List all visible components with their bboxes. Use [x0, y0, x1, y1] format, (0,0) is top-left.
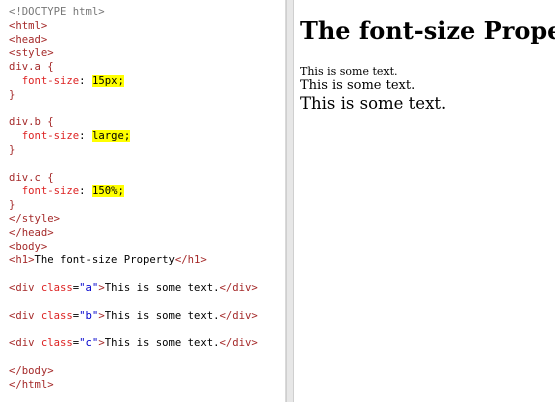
code-tag: </h1>	[174, 254, 207, 267]
result-div-b: This is some text.	[300, 78, 416, 93]
code-line	[9, 351, 258, 365]
code-line: div.a {	[9, 61, 258, 75]
result-div-c: This is some text.	[300, 94, 447, 113]
code-blank	[9, 158, 15, 170]
code-editor-text[interactable]: <!DOCTYPE html> <html> <head> <style> div.a …	[9, 6, 258, 392]
code-string: "a"	[79, 281, 99, 294]
code-line: <style>	[9, 47, 258, 61]
code-tag: <h1>	[9, 254, 35, 267]
code-tag: </div>	[219, 309, 258, 322]
code-editor-pane[interactable]: <!DOCTYPE html> <html> <head> <style> div.a …	[0, 0, 286, 402]
code-text: This is some text.	[104, 281, 220, 294]
result-preview-pane: The font-size Property This is some text…	[294, 0, 555, 402]
code-line: font-size: 15px;	[9, 74, 258, 89]
result-div-a: This is some text.	[300, 65, 398, 78]
code-line	[9, 158, 258, 172]
code-text: This is some text.	[104, 309, 220, 322]
code-attribute: class	[40, 309, 73, 322]
code-line: <html>	[9, 20, 258, 34]
code-tag: </div>	[219, 337, 258, 350]
code-tag: <html>	[9, 19, 48, 32]
code-colon: :	[79, 130, 92, 143]
code-string: "b"	[79, 309, 99, 322]
result-heading: The font-size Property	[300, 16, 555, 45]
code-selector: div.c {	[9, 171, 54, 184]
code-line: </head>	[9, 227, 258, 241]
code-property: font-size	[21, 185, 80, 198]
code-line	[9, 296, 258, 310]
code-highlighted-value: large;	[91, 130, 131, 143]
code-selector: }	[9, 143, 16, 156]
code-line: </style>	[9, 213, 258, 227]
code-attribute: class	[40, 337, 73, 350]
code-colon: :	[79, 185, 92, 198]
code-selector: div.a {	[9, 61, 54, 74]
code-selector: div.b {	[9, 116, 54, 129]
code-blank	[9, 296, 15, 308]
code-highlighted-value: 150%;	[91, 185, 124, 198]
code-line: <div class="a">This is some text.</div>	[9, 282, 258, 296]
code-highlighted-value: 15px;	[91, 74, 124, 87]
code-blank	[9, 268, 15, 280]
code-tag: </div>	[219, 281, 258, 294]
code-line: </html>	[9, 379, 258, 393]
code-tag: <div	[9, 309, 41, 322]
tryit-editor: <!DOCTYPE html> <html> <head> <style> div.a …	[0, 0, 555, 402]
code-line: font-size: large;	[9, 130, 258, 144]
code-doctype: <!DOCTYPE html>	[9, 6, 105, 18]
code-blank	[9, 323, 15, 335]
code-line	[9, 268, 258, 282]
code-line: </body>	[9, 365, 258, 379]
code-selector: }	[9, 88, 16, 101]
code-line: <h1>The font-size Property</h1>	[9, 254, 258, 268]
code-string: "c"	[79, 337, 99, 350]
pane-splitter-handle[interactable]	[286, 0, 294, 402]
code-line: <head>	[9, 34, 258, 48]
code-attribute: class	[40, 281, 73, 294]
code-tag: <style>	[9, 47, 54, 60]
code-tag: <div	[9, 337, 41, 350]
code-tag: </html>	[9, 378, 54, 391]
code-selector: }	[9, 199, 16, 212]
code-line	[9, 103, 258, 117]
code-line: <!DOCTYPE html>	[9, 6, 258, 20]
code-blank	[9, 103, 15, 115]
code-line: div.b {	[9, 116, 258, 130]
result-document: The font-size Property This is some text…	[300, 0, 555, 114]
code-line: }	[9, 89, 258, 103]
code-line	[9, 323, 258, 337]
code-line: font-size: 150%;	[9, 185, 258, 199]
code-text: The font-size Property	[34, 254, 175, 267]
code-colon: :	[79, 74, 92, 87]
code-line: }	[9, 199, 258, 213]
code-line: <div class="c">This is some text.</div>	[9, 337, 258, 351]
code-tag: </style>	[9, 212, 61, 225]
code-line: <div class="b">This is some text.</div>	[9, 310, 258, 324]
code-text: This is some text.	[104, 337, 220, 350]
code-tag: </body>	[9, 364, 54, 377]
code-property: font-size	[21, 130, 80, 143]
code-property: font-size	[21, 74, 80, 87]
code-line: div.c {	[9, 172, 258, 186]
code-line: <body>	[9, 241, 258, 255]
code-line: }	[9, 144, 258, 158]
code-tag: </head>	[9, 226, 54, 239]
code-tag: <div	[9, 281, 41, 294]
code-tag: <head>	[9, 33, 48, 46]
code-blank	[9, 351, 15, 363]
code-tag: <body>	[9, 240, 48, 253]
